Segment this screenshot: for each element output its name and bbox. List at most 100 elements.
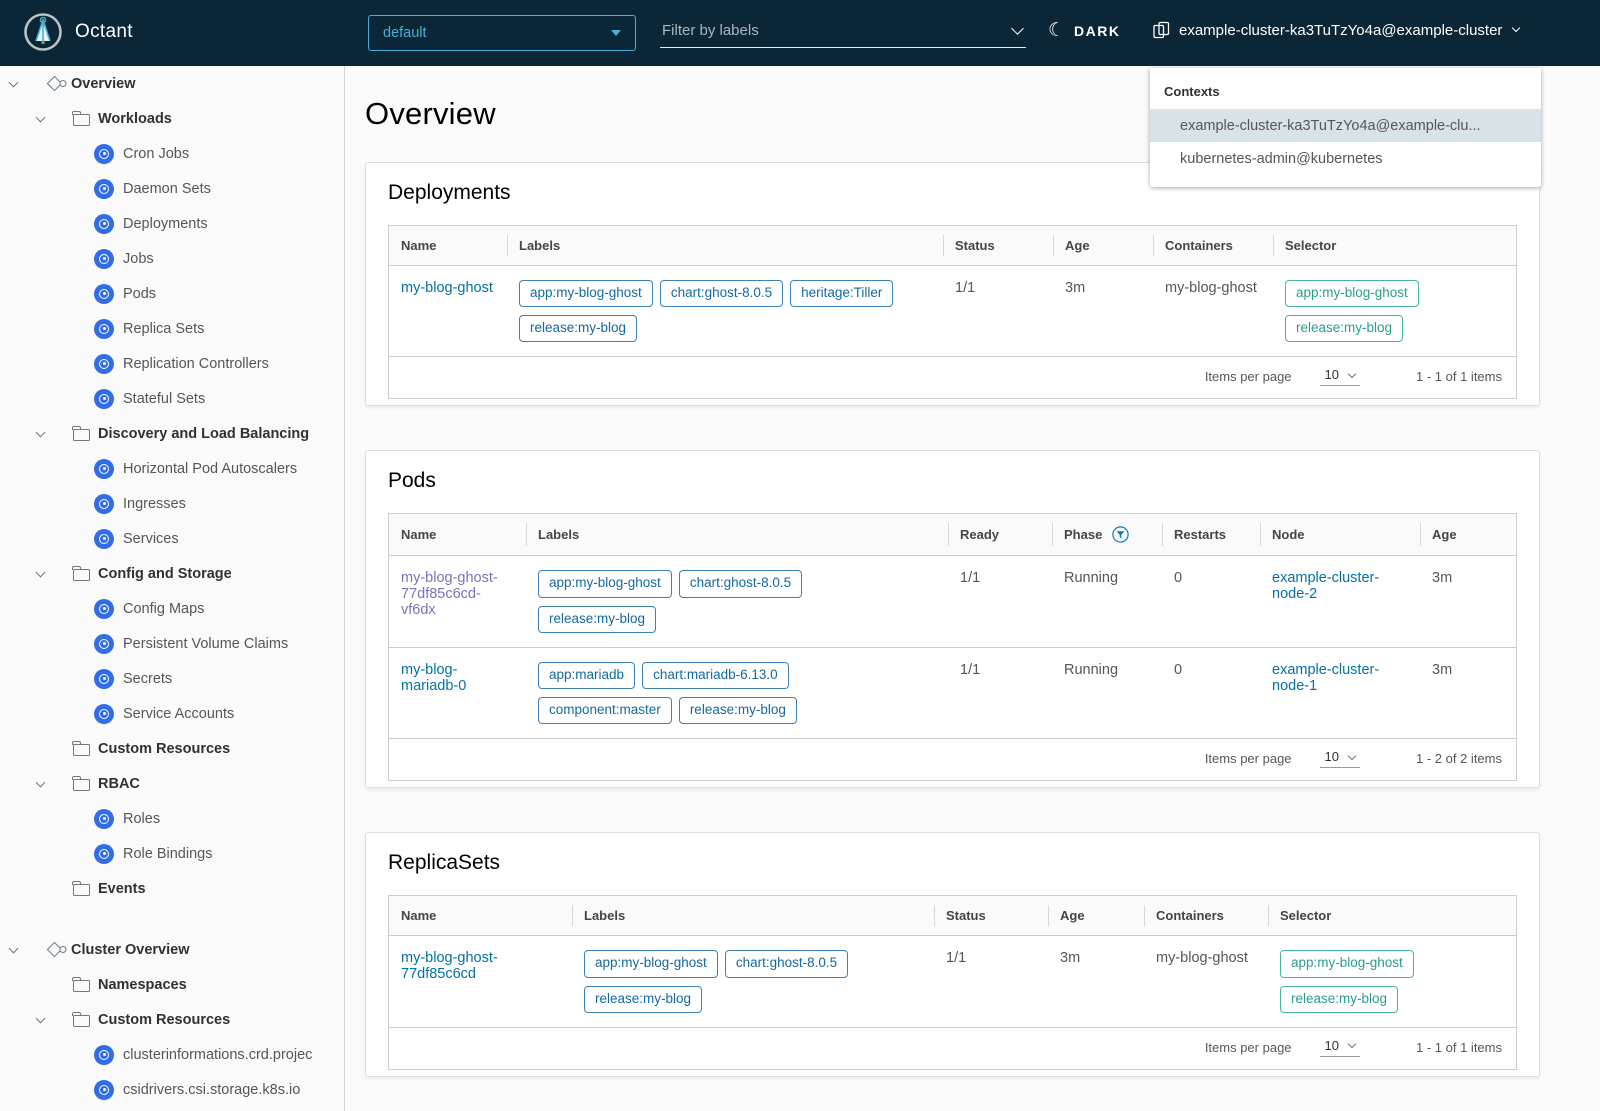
sidebar-item-events[interactable]: Events	[0, 871, 344, 906]
deployments-card: Deployments Name Labels Status Age Conta…	[365, 162, 1540, 407]
column-header-labels: Labels	[526, 514, 948, 557]
page-size-select[interactable]: 10	[1319, 1038, 1360, 1057]
age-cell: 3m	[1065, 280, 1086, 296]
filter-icon[interactable]	[1112, 526, 1130, 544]
ready-cell: 1/1	[960, 570, 981, 587]
deployment-name-link[interactable]: my-blog-ghost	[401, 280, 493, 296]
chevron-down-icon[interactable]	[8, 943, 28, 953]
sidebar-item-pods[interactable]: Pods	[0, 276, 344, 311]
chevron-down-icon[interactable]	[8, 77, 28, 87]
sidebar-item-csidrivers[interactable]: csidrivers.csi.storage.k8s.io	[0, 1072, 344, 1107]
sidebar-item-namespaces[interactable]: Namespaces	[0, 967, 344, 1002]
app-header: Octant default Filter by labels ☾ DARK e…	[0, 0, 1600, 66]
sidebar-item-jobs[interactable]: Jobs	[0, 241, 344, 276]
filter-labels-input[interactable]: Filter by labels	[660, 20, 1026, 48]
table-header-row: Name Labels Status Age Containers Select…	[389, 896, 1516, 937]
theme-toggle[interactable]: ☾ DARK	[1048, 21, 1121, 40]
selector-pill: release:my-blog	[1285, 315, 1404, 343]
replicasets-datagrid: Name Labels Status Age Containers Select…	[388, 895, 1517, 1070]
replicasets-icon	[93, 318, 115, 340]
sidebar-item-roles[interactable]: Roles	[0, 801, 344, 836]
label-pill: app:mariadb	[538, 661, 636, 690]
ready-cell: 1/1	[960, 661, 981, 678]
dropdown-caret-icon	[611, 30, 621, 36]
chevron-down-icon[interactable]	[35, 1013, 55, 1023]
column-header-containers: Containers	[1144, 896, 1268, 937]
sidebar-item-ingresses[interactable]: Ingresses	[0, 486, 344, 521]
sidebar-item-replica-sets[interactable]: Replica Sets	[0, 311, 344, 346]
pvc-icon	[93, 633, 115, 655]
label-pill: release:my-blog	[584, 985, 703, 1013]
theme-toggle-label: DARK	[1074, 22, 1121, 39]
sidebar-item-stateful-sets[interactable]: Stateful Sets	[0, 381, 344, 416]
hpa-icon	[93, 458, 115, 480]
age-cell: 3m	[1060, 950, 1081, 967]
label-pill: app:my-blog-ghost	[584, 950, 718, 978]
pagination-footer: Items per page 10 1 - 1 of 1 items	[389, 1027, 1516, 1069]
label-pill: release:my-blog	[519, 315, 638, 343]
label-pill: chart:ghost-8.0.5	[659, 280, 784, 308]
selector-pill: release:my-blog	[1280, 985, 1399, 1013]
column-header-labels: Labels	[507, 226, 943, 266]
pod-name-link[interactable]: my-blog-ghost-77df85c6cd-vf6dx	[401, 570, 498, 618]
table-row: my-blog-ghost-77df85c6cd-vf6dx app:my-bl…	[389, 556, 1516, 648]
sidebar-item-secrets[interactable]: Secrets	[0, 661, 344, 696]
replicaset-name-link[interactable]: my-blog-ghost-77df85c6cd	[401, 950, 498, 982]
column-header-restarts: Restarts	[1162, 514, 1260, 557]
folder-icon	[70, 773, 92, 795]
items-per-page-label: Items per page	[1204, 1039, 1292, 1055]
folder-icon	[70, 563, 92, 585]
node-link[interactable]: example-cluster-node-2	[1272, 570, 1379, 602]
sidebar-item-config-maps[interactable]: Config Maps	[0, 591, 344, 626]
sidebar-item-custom-resources[interactable]: Custom Resources	[0, 731, 344, 766]
page-size-select[interactable]: 10	[1319, 749, 1360, 769]
chevron-down-icon[interactable]	[35, 427, 55, 437]
sidebar-item-service-accounts[interactable]: Service Accounts	[0, 696, 344, 731]
sidebar-item-replication-controllers[interactable]: Replication Controllers	[0, 346, 344, 381]
label-pill: app:my-blog-ghost	[519, 280, 653, 308]
label-pill: release:my-blog	[538, 605, 657, 633]
label-pill: heritage:Tiller	[790, 280, 894, 308]
services-icon	[93, 528, 115, 550]
containers-cell: my-blog-ghost	[1156, 950, 1248, 967]
sidebar-item-discovery-and-load-balancing[interactable]: Discovery and Load Balancing	[0, 416, 344, 451]
context-menu-item[interactable]: example-cluster-ka3TuTzYo4a@example-clu.…	[1150, 109, 1541, 142]
column-header-phase: Phase	[1052, 514, 1162, 557]
restarts-cell: 0	[1174, 570, 1183, 587]
sidebar-item-role-bindings[interactable]: Role Bindings	[0, 836, 344, 871]
sidebar-item-overview[interactable]: Overview	[0, 66, 344, 101]
context-menu-item[interactable]: kubernetes-admin@kubernetes	[1150, 142, 1541, 175]
pod-name-link[interactable]: my-blog-mariadb-0	[401, 662, 466, 694]
table-row: my-blog-mariadb-0 app:mariadb chart:mari…	[389, 647, 1516, 739]
phase-cell: Running	[1064, 570, 1119, 587]
sidebar-item-daemon-sets[interactable]: Daemon Sets	[0, 171, 344, 206]
sidebar-item-horizontal-pod-autoscalers[interactable]: Horizontal Pod Autoscalers	[0, 451, 344, 486]
deployments-datagrid: Name Labels Status Age Containers Select…	[388, 225, 1517, 400]
deployments-icon	[93, 213, 115, 235]
pagination-footer: Items per page 10 1 - 1 of 1 items	[389, 357, 1516, 399]
sidebar-item-config-and-storage[interactable]: Config and Storage	[0, 556, 344, 591]
sidebar-item-cluster-overview[interactable]: Cluster Overview	[0, 932, 344, 967]
context-selector[interactable]: example-cluster-ka3TuTzYo4a@example-clus…	[1153, 21, 1521, 39]
page-size-select[interactable]: 10	[1319, 367, 1360, 387]
sidebar-item-cron-jobs[interactable]: Cron Jobs	[0, 136, 344, 171]
namespace-select[interactable]: default	[368, 15, 636, 51]
chevron-down-icon	[1347, 1040, 1357, 1049]
main-content: Overview Deployments Name Labels Status …	[346, 66, 1600, 1111]
crd-icon	[93, 1044, 115, 1066]
chevron-down-icon[interactable]	[35, 112, 55, 122]
replicationcontrollers-icon	[93, 353, 115, 375]
sidebar-item-clusterinformations[interactable]: clusterinformations.crd.projec	[0, 1037, 344, 1072]
chevron-down-icon[interactable]	[35, 777, 55, 787]
chevron-down-icon[interactable]	[35, 567, 55, 577]
sidebar-item-services[interactable]: Services	[0, 521, 344, 556]
sidebar-item-persistent-volume-claims[interactable]: Persistent Volume Claims	[0, 626, 344, 661]
sidebar-item-custom-resources-cluster[interactable]: Custom Resources	[0, 1002, 344, 1037]
column-header-age: Age	[1420, 514, 1516, 557]
node-link[interactable]: example-cluster-node-1	[1272, 662, 1379, 694]
statefulsets-icon	[93, 388, 115, 410]
sidebar-item-rbac[interactable]: RBAC	[0, 766, 344, 801]
sidebar-item-workloads[interactable]: Workloads	[0, 101, 344, 136]
sidebar-item-deployments[interactable]: Deployments	[0, 206, 344, 241]
table-row: my-blog-ghost app:my-blog-ghost chart:gh…	[389, 266, 1516, 357]
